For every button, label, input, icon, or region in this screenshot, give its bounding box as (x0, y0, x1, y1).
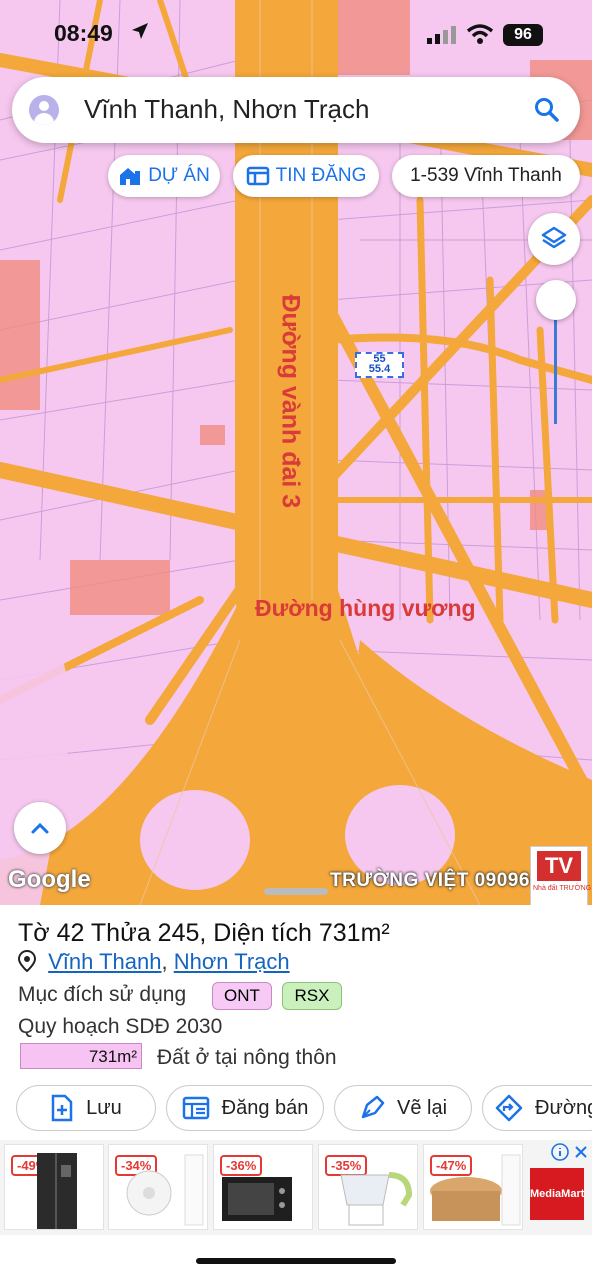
sell-button[interactable]: Đăng bán (166, 1085, 324, 1131)
save-label: Lưu (86, 1096, 122, 1119)
pen-icon (361, 1095, 385, 1119)
chip-tin-dang[interactable]: TIN ĐĂNG (233, 155, 379, 197)
parcel-location: Vĩnh Thanh, Nhơn Trạch (17, 949, 290, 975)
layers-icon (541, 226, 567, 249)
location-arrow-icon (132, 23, 148, 39)
planning-area-box: 731m² (20, 1043, 142, 1069)
house-icon (120, 168, 141, 185)
ad-item[interactable]: -36% (213, 1144, 313, 1230)
rice-cooker-image (430, 1154, 521, 1226)
chip-address[interactable]: 1-539 Vĩnh Thanh (392, 155, 580, 197)
watermark-text: TRƯỜNG VIỆT 090966 (330, 870, 541, 891)
tv-logo: TV Nhà đất TRƯỜNG (530, 846, 592, 905)
expand-up-button[interactable] (14, 802, 66, 854)
planning-type: Đất ở tại nông thôn (157, 1046, 337, 1069)
commune-link[interactable]: Vĩnh Thanh (48, 949, 161, 974)
ad-banner[interactable]: -49% -34% -36% -35% -47% MediaMart (0, 1140, 592, 1235)
purpose-label: Mục đích sử dụng (18, 983, 187, 1006)
district-link[interactable]: Nhơn Trạch (174, 949, 290, 974)
listing-icon (246, 166, 269, 186)
save-button[interactable]: Lưu (16, 1085, 156, 1131)
location-separator: , (161, 949, 168, 974)
road-label-vertical: Đường vành đai 3 (276, 294, 305, 509)
status-bar: 08:49 96 (0, 0, 592, 70)
chevron-up-icon (31, 822, 49, 834)
juicer-image (340, 1172, 413, 1226)
search-bar[interactable]: Vĩnh Thanh, Nhơn Trạch (12, 77, 580, 143)
tv-logo-sub: Nhà đất TRƯỜNG (533, 885, 592, 892)
mediamart-logo[interactable]: MediaMart (530, 1168, 584, 1220)
wifi-icon (466, 24, 494, 44)
listing-icon (182, 1096, 209, 1120)
ad-close-icon[interactable] (573, 1144, 589, 1160)
directions-icon (495, 1094, 523, 1122)
purpose-tag-rsx: RSX (282, 982, 342, 1010)
ad-info-icon[interactable] (551, 1143, 569, 1161)
fan-image (126, 1154, 204, 1226)
ad-item[interactable]: -35% (318, 1144, 418, 1230)
google-logo: Google (8, 866, 91, 893)
directions-label: Đường (535, 1096, 592, 1119)
tv-logo-mark: TV (537, 851, 581, 881)
redraw-label: Vẽ lại (396, 1096, 448, 1119)
home-indicator[interactable] (196, 1258, 396, 1264)
sheet-drag-handle[interactable] (264, 888, 328, 895)
ad-item[interactable]: -47% (423, 1144, 523, 1230)
opacity-slider-knob[interactable] (536, 280, 576, 320)
directions-button[interactable]: Đường (482, 1085, 592, 1131)
battery-indicator: 96 (503, 24, 543, 46)
location-pin-icon (17, 949, 37, 973)
sell-label: Đăng bán (221, 1096, 309, 1119)
parcel-area: 55.4 (368, 363, 391, 375)
layers-button[interactable] (528, 213, 580, 265)
clock: 08:49 (54, 20, 113, 46)
chip-tin-dang-label: TIN ĐĂNG (275, 165, 367, 186)
search-input[interactable]: Vĩnh Thanh, Nhơn Trạch (84, 94, 369, 125)
user-avatar-icon[interactable] (29, 95, 59, 125)
chip-du-an-label: DỰ ÁN (148, 165, 210, 186)
road-label-horizontal: Đường hùng vương (255, 595, 476, 621)
ad-item[interactable]: -34% (108, 1144, 208, 1230)
refrigerator-image (37, 1153, 77, 1229)
chip-du-an[interactable]: DỰ ÁN (108, 155, 220, 197)
ad-item[interactable]: -49% (4, 1144, 104, 1230)
redraw-button[interactable]: Vẽ lại (334, 1085, 472, 1131)
chip-address-label: 1-539 Vĩnh Thanh (410, 165, 562, 186)
parcel-title: Tờ 42 Thửa 245, Diện tích 731m² (18, 919, 390, 947)
selected-parcel-marker[interactable]: 55 55.4 (355, 352, 404, 378)
purpose-tag-ont: ONT (212, 982, 272, 1010)
planning-label: Quy hoạch SDĐ 2030 (18, 1015, 223, 1038)
signal-icon (427, 26, 456, 44)
search-icon[interactable] (534, 97, 560, 123)
microwave-image (222, 1177, 292, 1221)
map-view[interactable]: 08:49 96 Vĩnh Thanh, Nhơn Trạch DỰ ÁN TI… (0, 0, 592, 905)
add-file-icon (51, 1094, 73, 1122)
